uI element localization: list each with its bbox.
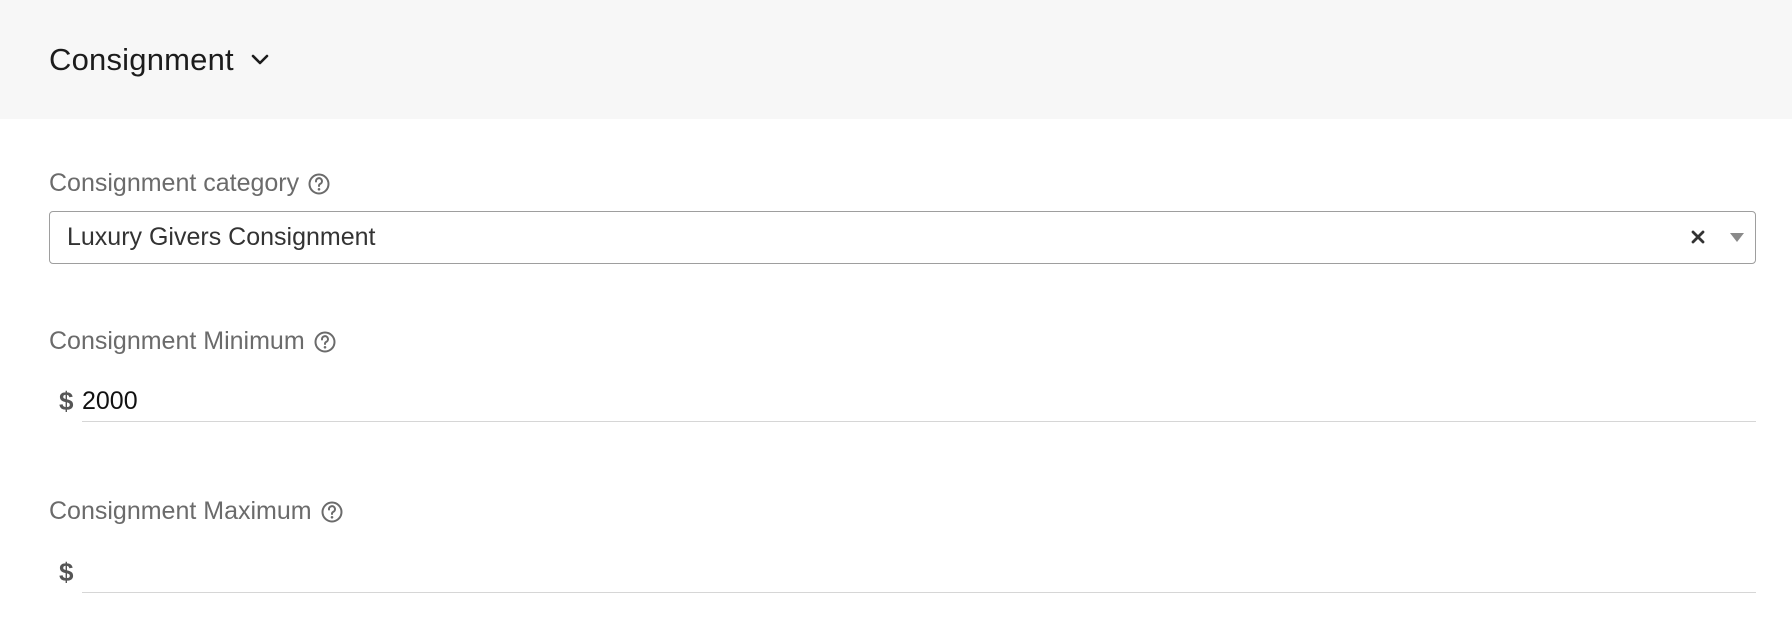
close-icon[interactable]: [1687, 226, 1709, 248]
minimum-input[interactable]: [82, 382, 1756, 422]
maximum-label: Consignment Maximum: [49, 497, 344, 526]
help-icon[interactable]: [320, 500, 344, 524]
help-icon[interactable]: [313, 330, 337, 354]
minimum-currency-symbol: $: [59, 386, 74, 416]
category-select-value: Luxury Givers Consignment: [67, 223, 376, 251]
maximum-input[interactable]: [82, 553, 1756, 593]
section-header: Consignment: [0, 0, 1792, 119]
maximum-currency-symbol: $: [59, 557, 74, 587]
caret-down-icon[interactable]: [1729, 231, 1745, 243]
minimum-label: Consignment Minimum: [49, 327, 337, 356]
help-icon[interactable]: [307, 172, 331, 196]
minimum-label-text: Consignment Minimum: [49, 327, 305, 355]
category-label: Consignment category: [49, 169, 331, 198]
section-title: Consignment: [49, 41, 234, 77]
category-select[interactable]: Luxury Givers Consignment: [49, 211, 1756, 264]
maximum-label-text: Consignment Maximum: [49, 497, 312, 525]
chevron-down-icon[interactable]: [250, 50, 270, 70]
category-label-text: Consignment category: [49, 169, 300, 197]
section-toggle[interactable]: Consignment: [49, 42, 270, 78]
